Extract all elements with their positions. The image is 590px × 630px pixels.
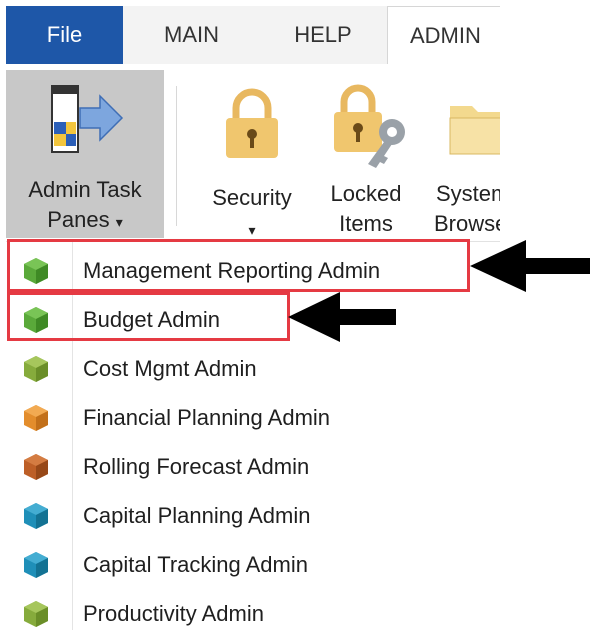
locked-items-label-line1: Locked bbox=[330, 181, 402, 206]
rust-cube-icon bbox=[24, 454, 48, 480]
menu-item-budget-admin[interactable]: Budget Admin bbox=[6, 295, 500, 344]
folder-icon bbox=[449, 106, 500, 155]
menu-item-label: Management Reporting Admin bbox=[83, 258, 381, 283]
olive-cube-icon bbox=[24, 601, 48, 627]
chevron-down-icon: ▾ bbox=[115, 214, 123, 230]
menu-item-cost-mgmt-admin[interactable]: Cost Mgmt Admin bbox=[6, 344, 500, 393]
menu-item-label: Capital Planning Admin bbox=[83, 503, 311, 528]
admin-task-panes-label-line2: Panes ▾ bbox=[6, 206, 164, 236]
green-cube-icon bbox=[24, 307, 48, 333]
menu-item-capital-planning-admin[interactable]: Capital Planning Admin bbox=[6, 491, 500, 540]
system-browser-label-line1: System bbox=[436, 181, 500, 206]
green-cube-icon bbox=[24, 258, 48, 284]
admin-task-panes-label-line1: Admin Task bbox=[28, 177, 142, 202]
teal-cube-icon bbox=[24, 503, 48, 529]
left-arrow-icon bbox=[288, 292, 396, 342]
tab-admin-label: ADMIN bbox=[410, 22, 481, 48]
menu-item-rolling-forecast-admin[interactable]: Rolling Forecast Admin bbox=[6, 442, 500, 491]
locked-items-icon bbox=[334, 84, 405, 168]
teal-cube-icon bbox=[24, 552, 48, 578]
menu-item-productivity-admin[interactable]: Productivity Admin bbox=[6, 589, 500, 630]
locked-items-label-line2: Items bbox=[339, 211, 393, 236]
menu-item-label: Cost Mgmt Admin bbox=[83, 356, 257, 381]
menu-item-management-reporting-admin[interactable]: Management Reporting Admin bbox=[6, 246, 500, 295]
app-window: File MAIN HELP ADMIN Admin Task Panes ▾ bbox=[6, 6, 500, 630]
tab-main[interactable]: MAIN bbox=[124, 6, 259, 64]
admin-task-panes-button[interactable]: Admin Task Panes ▾ bbox=[6, 70, 164, 238]
tab-help-label: HELP bbox=[294, 22, 352, 47]
menu-item-financial-planning-admin[interactable]: Financial Planning Admin bbox=[6, 393, 500, 442]
left-arrow-icon bbox=[470, 240, 590, 292]
menu-item-capital-tracking-admin[interactable]: Capital Tracking Admin bbox=[6, 540, 500, 589]
ribbon-separator bbox=[176, 86, 177, 226]
security-label: Security bbox=[212, 185, 292, 210]
admin-task-panes-icon bbox=[51, 85, 124, 153]
security-button[interactable]: Security ▾ bbox=[196, 70, 308, 238]
tab-admin[interactable]: ADMIN bbox=[387, 6, 500, 64]
tab-file[interactable]: File bbox=[6, 6, 123, 64]
admin-task-panes-label-text: Panes bbox=[47, 207, 110, 232]
admin-task-panes-menu: Management Reporting Admin Budget Admin … bbox=[6, 242, 500, 630]
menu-item-label: Financial Planning Admin bbox=[83, 405, 331, 430]
lock-icon bbox=[226, 88, 278, 158]
tab-main-label: MAIN bbox=[164, 22, 219, 47]
olive-cube-icon bbox=[24, 356, 48, 382]
system-browser-label-line2: Browser bbox=[434, 211, 500, 236]
system-browser-button[interactable]: System Browser bbox=[420, 70, 500, 238]
ribbon: Admin Task Panes ▾ Security ▾ Locked Ite… bbox=[6, 64, 500, 242]
orange-cube-icon bbox=[24, 405, 48, 431]
ribbon-tab-bar: File MAIN HELP ADMIN bbox=[6, 6, 500, 64]
menu-item-label: Capital Tracking Admin bbox=[83, 552, 308, 577]
tab-help[interactable]: HELP bbox=[259, 6, 387, 64]
menu-item-label: Budget Admin bbox=[83, 307, 220, 332]
chevron-down-icon: ▾ bbox=[248, 222, 256, 238]
menu-item-label: Rolling Forecast Admin bbox=[83, 454, 310, 479]
menu-item-label: Productivity Admin bbox=[83, 601, 264, 626]
tab-file-label: File bbox=[46, 22, 83, 47]
locked-items-button[interactable]: Locked Items bbox=[314, 70, 418, 238]
